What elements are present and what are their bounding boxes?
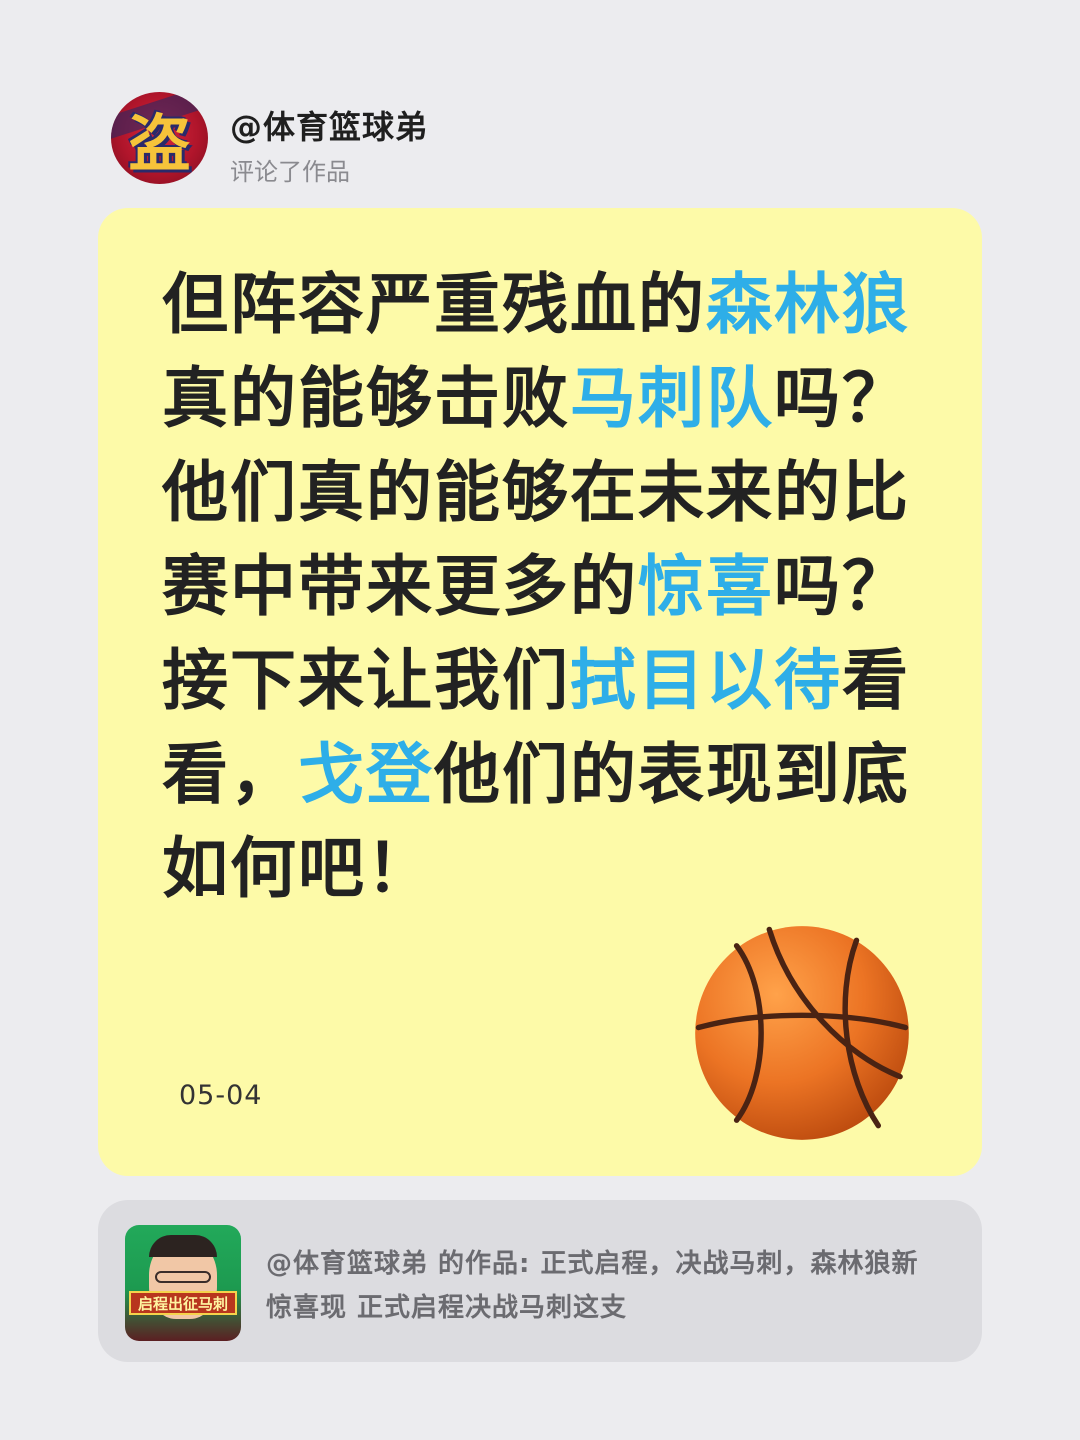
comment-date: 05-04 xyxy=(179,1080,263,1111)
comment-highlight: 戈登 xyxy=(298,736,434,813)
comment-text: 但阵容严重残血的森林狼真的能够击败马刺队吗？他们真的能够在未来的比赛中带来更多的… xyxy=(162,258,922,916)
referenced-post-card[interactable]: 启程出征马刺 @体育篮球弟 的作品: 正式启程，决战马刺，森林狼新惊喜现 正式启… xyxy=(98,1200,982,1362)
post-thumbnail[interactable]: 启程出征马刺 xyxy=(125,1225,241,1341)
basketball-icon xyxy=(695,926,909,1140)
comment-highlight: 拭目以待 xyxy=(570,642,842,719)
comment-highlight: 森林狼 xyxy=(706,266,910,343)
comment-card: 但阵容严重残血的森林狼真的能够击败马刺队吗？他们真的能够在未来的比赛中带来更多的… xyxy=(98,208,982,1176)
username[interactable]: @体育篮球弟 xyxy=(230,102,428,148)
user-avatar[interactable]: 盗 xyxy=(111,92,208,184)
avatar-logo-glyph: 盗 xyxy=(128,107,191,180)
thumbnail-banner: 启程出征马刺 xyxy=(129,1291,237,1315)
person-glasses xyxy=(155,1271,211,1283)
comment-highlight: 惊喜 xyxy=(638,548,774,625)
comment-segment: 真的能够击败 xyxy=(162,360,570,437)
comment-segment: 但阵容严重残血的 xyxy=(162,266,706,343)
person-hair xyxy=(149,1235,217,1257)
comment-highlight: 马刺队 xyxy=(570,360,774,437)
action-text: 评论了作品 xyxy=(230,158,350,186)
referenced-post-title[interactable]: @体育篮球弟 的作品: 正式启程，决战马刺，森林狼新惊喜现 正式启程决战马刺这支 xyxy=(266,1242,926,1330)
